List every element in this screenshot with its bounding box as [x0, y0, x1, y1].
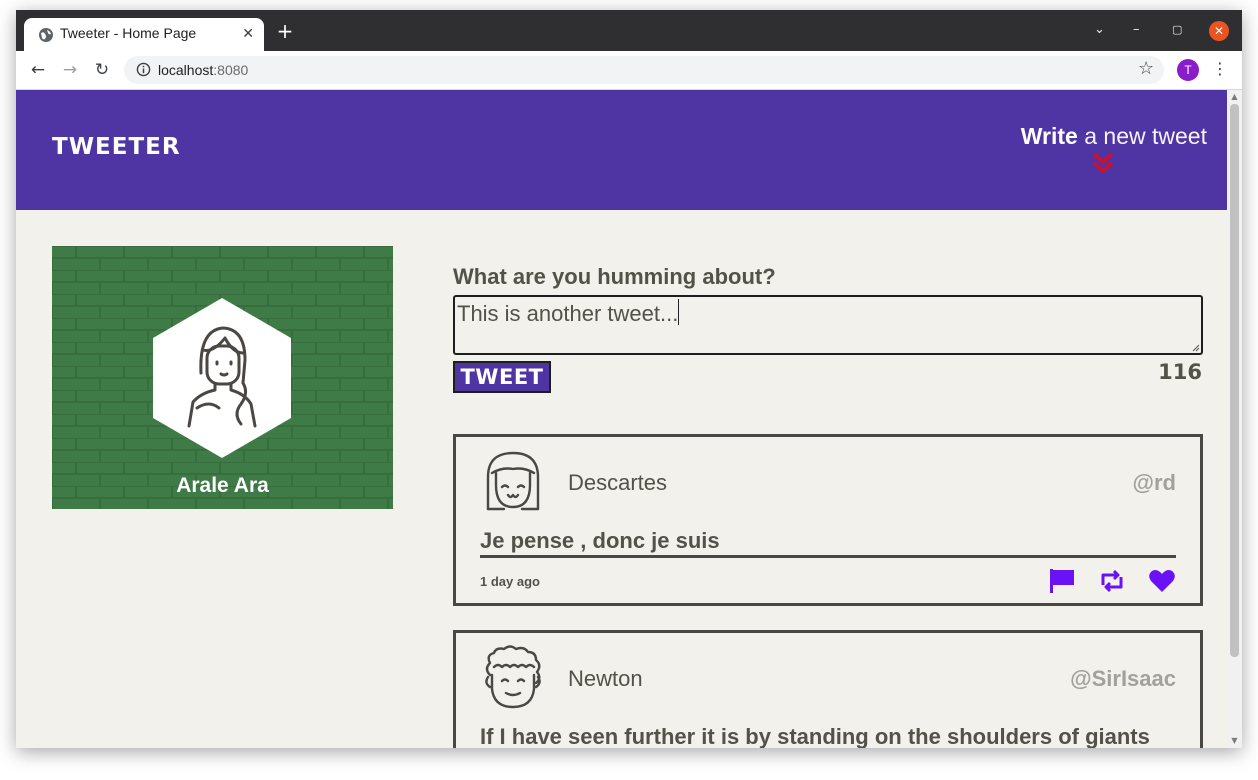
tweet-content: If I have seen further it is by standing… [480, 723, 1176, 748]
page-viewport: TWEETER Write a new tweet Arale Ara What… [16, 90, 1227, 748]
user-avatar-icon [153, 298, 291, 458]
forward-button[interactable]: → [58, 60, 82, 80]
page-scrollbar[interactable]: ▲ ▼ [1227, 90, 1242, 748]
text-caret [678, 299, 680, 325]
write-link-rest: a new tweet [1077, 123, 1207, 149]
double-chevron-down-icon[interactable] [1091, 152, 1115, 174]
write-link-bold: Write [1020, 123, 1078, 149]
scroll-thumb[interactable] [1230, 104, 1239, 657]
tweet-timestamp: 1 day ago [480, 574, 540, 589]
menu-kebab-icon[interactable]: ⋮ [1212, 59, 1228, 79]
tweet-handle: @SirIsaac [1070, 666, 1176, 691]
tweet-author: Descartes [568, 470, 668, 495]
user-name: Arale Ara [176, 474, 269, 497]
resize-grip-icon[interactable] [1192, 344, 1200, 352]
retweet-icon[interactable] [1098, 567, 1126, 595]
heart-icon[interactable] [1148, 567, 1176, 595]
scroll-down-arrow-icon[interactable]: ▼ [1230, 737, 1239, 745]
scroll-up-arrow-icon[interactable]: ▲ [1230, 93, 1239, 101]
url-text: localhost:8080 [158, 62, 248, 78]
browser-tab[interactable]: Tweeter - Home Page ✕ [24, 18, 264, 51]
tab-title: Tweeter - Home Page [60, 25, 197, 41]
info-icon[interactable] [136, 62, 151, 77]
minimize-button[interactable]: – [1133, 22, 1140, 38]
reload-button[interactable]: ↻ [90, 60, 114, 80]
compose-text: This is another tweet... [457, 301, 679, 326]
write-new-tweet-link[interactable]: Write a new tweet [1021, 123, 1207, 150]
tab-strip: Tweeter - Home Page ✕ + ⌄ – ▢ ✕ [16, 10, 1242, 51]
profile-avatar[interactable]: T [1177, 59, 1199, 81]
tweet-card: Newton @SirIsaac If I have seen further … [453, 630, 1203, 748]
back-button[interactable]: ← [26, 60, 50, 80]
profile-card: Arale Ara [52, 246, 393, 509]
maximize-button[interactable]: ▢ [1172, 22, 1182, 38]
tweet-content: Je pense , donc je suis [480, 527, 1176, 558]
globe-icon [39, 28, 53, 42]
url-host: localhost [158, 62, 214, 78]
new-tab-button[interactable]: + [274, 21, 296, 43]
browser-window: Tweeter - Home Page ✕ + ⌄ – ▢ ✕ ← → ↻ lo… [16, 10, 1242, 748]
descartes-avatar-icon [486, 451, 540, 511]
url-port: :8080 [213, 62, 249, 78]
browser-toolbar: ← → ↻ localhost:8080 ☆ T ⋮ [16, 51, 1242, 90]
newton-avatar-icon [485, 645, 541, 709]
address-bar[interactable]: localhost:8080 [124, 56, 1164, 84]
flag-icon[interactable] [1048, 567, 1076, 595]
tweet-handle: @rd [1132, 470, 1176, 495]
compose-label: What are you humming about? [453, 264, 776, 289]
tweet-author: Newton [568, 666, 643, 691]
site-header: TWEETER Write a new tweet [16, 90, 1227, 210]
window-close-button[interactable]: ✕ [1209, 21, 1229, 41]
tweet-actions [1048, 567, 1178, 595]
character-counter: 116 [1158, 360, 1202, 384]
bookmark-star-icon[interactable]: ☆ [1138, 59, 1154, 79]
tab-search-icon[interactable]: ⌄ [1094, 22, 1105, 38]
compose-textarea[interactable]: This is another tweet... [453, 295, 1203, 355]
tweet-submit-button[interactable]: TWEET [453, 361, 551, 393]
tab-close-icon[interactable]: ✕ [242, 25, 254, 43]
tweet-card: Descartes @rd Je pense , donc je suis 1 … [453, 434, 1203, 606]
brand-logo[interactable]: TWEETER [52, 134, 181, 160]
